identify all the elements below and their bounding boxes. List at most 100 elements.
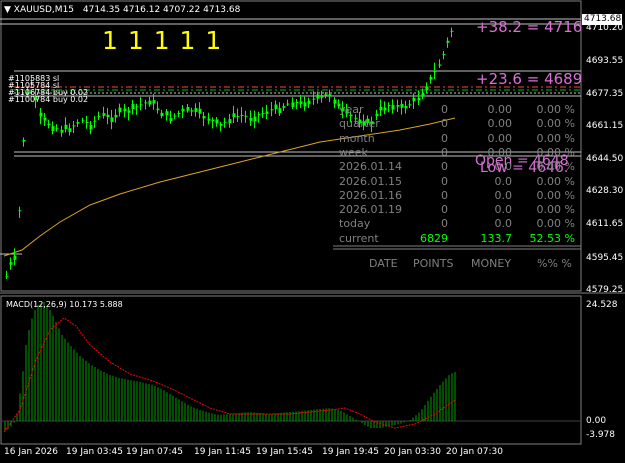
row-pct: 0.00 %: [536, 103, 575, 116]
candle-body: [13, 255, 17, 260]
row-label: year: [339, 103, 364, 116]
time-label: 16 Jan 2026: [4, 447, 58, 457]
candle-body: [219, 123, 223, 126]
stats-row: 2026.01.14 0 0.0 0.00 %: [338, 160, 578, 174]
candle-body: [438, 64, 442, 66]
dropdown-arrow-icon[interactable]: ▼: [4, 5, 11, 15]
row-money: 0.0: [494, 217, 513, 231]
row-points: 0: [441, 160, 448, 174]
candle-body: [135, 106, 139, 108]
time-label: 19 Jan 19:45: [322, 447, 379, 457]
row-points: 0: [441, 103, 448, 116]
candle-body: [97, 116, 101, 118]
row-label: current: [339, 231, 379, 245]
candle-body: [282, 106, 286, 108]
candle-body: [417, 97, 421, 101]
candle-body: [5, 276, 9, 278]
row-money: 0.00: [487, 145, 513, 159]
row-pct: 0.00 %: [536, 203, 575, 217]
row-points: 0: [441, 117, 448, 131]
candle-body: [320, 95, 324, 98]
candle-body: [127, 110, 131, 113]
macd-histogram: [4, 302, 456, 432]
price-tick: 4644.50: [586, 154, 624, 164]
candle-body: [110, 117, 114, 123]
row-points: 6829: [420, 231, 448, 245]
candle-body: [169, 117, 173, 122]
candle-body: [190, 110, 194, 112]
candle-body: [186, 107, 190, 111]
order-labels: #1105883 sl #1105784 sl #1106784 buy 0.0…: [8, 75, 88, 104]
candle-body: [223, 121, 227, 123]
candle-body: [307, 100, 311, 104]
time-label: 19 Jan 07:45: [126, 447, 183, 457]
candle-body: [291, 102, 295, 107]
candle-body: [316, 94, 320, 99]
row-money: 0.0: [494, 160, 513, 174]
candle-body: [198, 108, 202, 114]
candle-body: [72, 125, 76, 127]
fib-382-label: +38.2 = 4716: [476, 18, 583, 36]
symbol-header: ▼ XAUUSD,M15 4714.35 4716.12 4707.22 471…: [4, 5, 240, 15]
row-pct: 0.00 %: [536, 160, 575, 174]
big-counter-label: 1 1 1 1 1: [102, 26, 223, 55]
row-pct: 0.00 %: [536, 131, 575, 145]
ohlc-label: 4714.35 4716.12 4707.22 4713.68: [82, 5, 241, 15]
candle-body: [106, 114, 110, 118]
price-tick: 4677.35: [586, 89, 624, 99]
macd-tick-min: -3.978: [586, 430, 616, 440]
candle-body: [60, 129, 64, 133]
candle-body: [215, 119, 219, 124]
candle-body: [181, 108, 185, 112]
candle-body: [274, 104, 278, 110]
candle-body: [265, 111, 269, 114]
row-label: week: [339, 145, 368, 159]
candle-body: [257, 114, 261, 116]
price-tick: 4693.55: [586, 56, 624, 66]
row-label: month: [339, 131, 375, 145]
candle-body: [93, 120, 97, 122]
candle-body: [51, 126, 55, 131]
stats-row: year 0 0.00 0.00 %: [338, 103, 578, 117]
row-pct: 0.00 %: [536, 188, 575, 202]
stats-row: quarter 0 0.00 0.00 %: [338, 117, 578, 131]
row-pct: 0.00 %: [536, 174, 575, 188]
candle-body: [312, 98, 316, 100]
row-money: 0.0: [494, 203, 513, 217]
candle-body: [177, 112, 181, 114]
candle-body: [18, 210, 22, 212]
row-points: 0: [441, 174, 448, 188]
macd-label: MACD(12,26,9) 10.173 5.888: [6, 300, 123, 309]
row-points: 0: [441, 217, 448, 231]
row-label: 2026.01.16: [339, 188, 402, 202]
macd-tick-max: 24.528: [586, 300, 618, 310]
candle-body: [433, 70, 437, 73]
candle-body: [148, 100, 152, 105]
time-label: 19 Jan 15:45: [256, 447, 313, 457]
candle-body: [240, 114, 244, 116]
row-money: 133.7: [480, 231, 513, 245]
row-pct: 0.00 %: [536, 117, 575, 131]
candle-body: [450, 30, 454, 32]
row-money: 0.00: [487, 131, 513, 145]
candle-body: [429, 77, 433, 80]
candle-body: [76, 122, 80, 124]
candle-body: [152, 100, 156, 104]
candle-body: [333, 99, 337, 104]
stats-row: 2026.01.16 0 0.0 0.00 %: [338, 189, 578, 203]
candle-body: [295, 102, 299, 104]
time-label: 20 Jan 07:30: [446, 447, 503, 457]
row-money: 0.00: [487, 117, 513, 131]
candle-body: [102, 113, 106, 116]
candle-body: [425, 86, 429, 91]
candle-body: [114, 114, 118, 118]
macd-tick-zero: 0.00: [586, 416, 607, 426]
candle-body: [131, 104, 135, 109]
candle-body: [64, 124, 68, 130]
row-pct: 52.53 %: [529, 231, 575, 245]
row-points: 0: [441, 203, 448, 217]
candle-body: [9, 262, 13, 265]
stats-row: today 0 0.0 0.00 %: [338, 217, 578, 231]
price-tick: 4661.15: [586, 121, 624, 131]
time-label: 19 Jan 11:45: [194, 447, 251, 457]
